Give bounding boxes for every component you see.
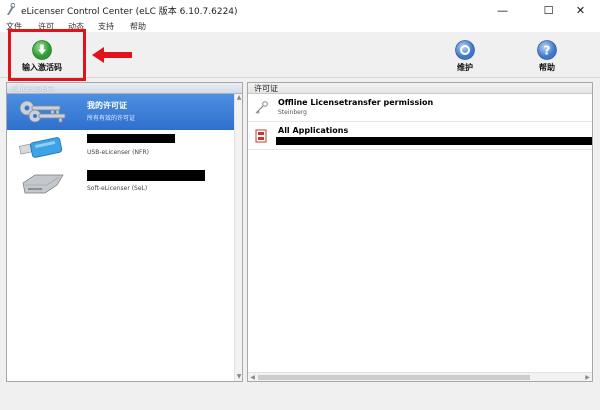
menu-help[interactable]: 帮助 bbox=[130, 21, 146, 32]
scroll-right-arrow[interactable]: ▶ bbox=[583, 373, 592, 382]
key-icon bbox=[255, 101, 268, 114]
toolbar: 输入激活码 维护 ? 帮助 bbox=[0, 32, 600, 78]
elicenser-item-soft[interactable]: Soft-eLicenser (SeL) bbox=[7, 166, 242, 202]
usb-elicenser-subtitle: USB-eLicenser (NFR) bbox=[87, 149, 149, 156]
app-key-icon bbox=[7, 3, 15, 15]
steinberg-logo-icon bbox=[255, 129, 267, 143]
my-licenses-subtitle: 所有有效的许可证 bbox=[87, 115, 136, 122]
keys-icon bbox=[19, 100, 66, 123]
menu-bar: 文件 许可 动态 支持 帮助 bbox=[0, 20, 600, 32]
left-vertical-scrollbar[interactable]: ▲ ▼ bbox=[234, 94, 242, 381]
maintain-button[interactable]: 维护 bbox=[455, 40, 475, 73]
soft-elicenser-subtitle: Soft-eLicenser (SeL) bbox=[87, 185, 148, 192]
elicenser-item-my-licenses[interactable]: 我的许可证 所有有效的许可证 bbox=[7, 94, 242, 130]
scroll-left-arrow[interactable]: ◀ bbox=[248, 373, 257, 382]
elicenser-item-usb[interactable]: USB-eLicenser (NFR) bbox=[7, 130, 242, 166]
license-row[interactable]: All Applications bbox=[248, 122, 592, 150]
scroll-up-arrow[interactable]: ▲ bbox=[235, 94, 243, 102]
license-title: Offline Licensetransfer permission bbox=[278, 98, 434, 107]
license-title: All Applications bbox=[278, 126, 349, 135]
red-arrow-icon bbox=[92, 47, 132, 63]
license-vendor: Steinberg bbox=[278, 109, 307, 116]
hard-drive-icon bbox=[22, 174, 64, 194]
window-title: eLicenser Control Center (eLC 版本 6.10.7.… bbox=[21, 7, 238, 17]
help-button[interactable]: ? 帮助 bbox=[537, 40, 557, 73]
usb-stick-icon bbox=[18, 137, 63, 158]
highlight-box bbox=[8, 29, 86, 81]
licenses-panel: 许可证 Offline Licensetransfer permission S… bbox=[247, 82, 593, 382]
gear-icon bbox=[455, 40, 475, 60]
maintain-label: 维护 bbox=[457, 63, 473, 72]
redacted-block bbox=[276, 137, 592, 145]
redacted-block bbox=[87, 134, 175, 143]
scrollbar-thumb[interactable] bbox=[258, 375, 530, 380]
right-horizontal-scrollbar[interactable]: ◀ ▶ bbox=[248, 372, 592, 381]
elicensers-header: eLicensers bbox=[7, 83, 242, 94]
licenses-header: 许可证 bbox=[248, 83, 592, 94]
elicenser-window: eLicenser Control Center (eLC 版本 6.10.7.… bbox=[0, 0, 600, 410]
status-bar bbox=[0, 384, 600, 410]
question-icon: ? bbox=[537, 40, 557, 60]
menu-support[interactable]: 支持 bbox=[98, 21, 114, 32]
my-licenses-title: 我的许可证 bbox=[87, 101, 127, 110]
elicensers-panel: eLicensers 我的许可证 所有有效的许可证 USB-eLicenser … bbox=[6, 82, 243, 382]
svg-text:?: ? bbox=[544, 44, 551, 58]
redacted-block bbox=[87, 170, 205, 181]
license-row[interactable]: Offline Licensetransfer permission Stein… bbox=[248, 94, 592, 122]
scroll-down-arrow[interactable]: ▼ bbox=[235, 373, 243, 381]
help-label: 帮助 bbox=[539, 63, 555, 72]
close-button[interactable]: ✕ bbox=[558, 0, 600, 20]
minimize-button[interactable]: — bbox=[480, 0, 525, 20]
title-bar: eLicenser Control Center (eLC 版本 6.10.7.… bbox=[0, 0, 600, 20]
